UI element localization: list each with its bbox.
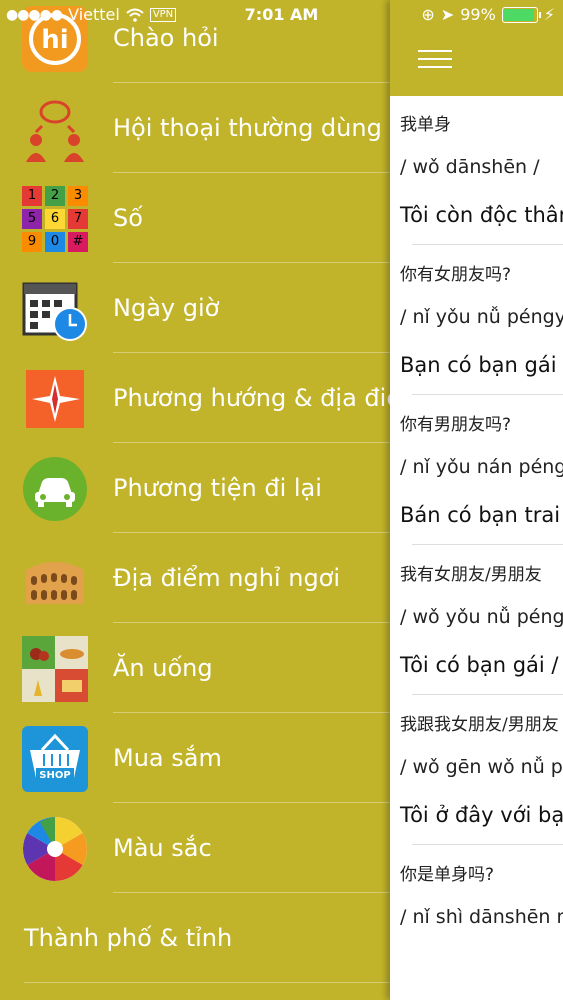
menu-toggle-icon[interactable] bbox=[418, 50, 452, 76]
phrase-vietnamese: Bán có bạn trai không bbox=[400, 503, 563, 527]
menu-label: Ngày giờ bbox=[113, 294, 220, 322]
menu-label: Hội thoại thường dùng bbox=[113, 114, 382, 142]
phrase-chinese: 你有男朋友吗? bbox=[400, 415, 512, 435]
phrase-pinyin: / wǒ yǒu nǚ péngyou / bbox=[400, 606, 563, 628]
phrase-pinyin: / nǐ yǒu nǚ péngyou ma / bbox=[400, 306, 563, 328]
menu-item-transport[interactable]: Phương tiện đi lại bbox=[0, 443, 390, 533]
menu-item-colors[interactable]: Màu sắc bbox=[0, 803, 390, 893]
menu-item-shopping[interactable]: SHOP Mua sắm bbox=[0, 713, 390, 803]
svg-text:SHOP: SHOP bbox=[39, 770, 70, 781]
phrase-pinyin: / nǐ shì dānshēn ma / bbox=[400, 906, 563, 928]
menu-label: Màu sắc bbox=[113, 834, 212, 862]
phrase-chinese: 你是单身吗? bbox=[400, 865, 495, 885]
menu-item-directions-places[interactable]: Phương hướng & địa điểm bbox=[0, 353, 424, 443]
menu-item-conversation[interactable]: Hội thoại thường dùng bbox=[0, 83, 390, 173]
menu-item-leisure-places[interactable]: Địa điểm nghỉ ngơi bbox=[0, 533, 390, 623]
phrase-pinyin: / wǒ gēn wǒ nǚ péngyou / bbox=[400, 756, 563, 778]
menu-item-food-drink[interactable]: Ăn uống bbox=[0, 623, 390, 713]
phrase-chinese: 我有女朋友/男朋友 bbox=[400, 565, 542, 585]
food-icon bbox=[22, 636, 88, 702]
phrase-vietnamese: Bạn có bạn gái không bbox=[400, 353, 563, 377]
battery-icon bbox=[501, 6, 541, 23]
phrase-chinese: 你有女朋友吗? bbox=[400, 265, 512, 285]
menu-label: Mua sắm bbox=[113, 744, 222, 772]
phrase-chinese: 我单身 bbox=[400, 115, 451, 135]
conversation-icon bbox=[22, 96, 88, 162]
menu-label: Phương hướng & địa điểm bbox=[113, 384, 425, 412]
shop-basket-icon: SHOP bbox=[22, 726, 88, 792]
menu-item-date-time[interactable]: Ngày giờ bbox=[0, 263, 390, 353]
charging-bolt-icon: ⚡ bbox=[543, 5, 555, 24]
category-menu: hi Chào hỏi Hội thoại thường dùng 1 2 3 … bbox=[0, 0, 424, 1000]
phrase-vietnamese: Tôi ở đây với bạn gái bbox=[400, 803, 563, 827]
status-bar: ●●●●● Viettel VPN 7:01 AM ⊕ ➤ 99% ⚡ bbox=[0, 0, 563, 30]
rotation-lock-icon: ⊕ bbox=[421, 5, 435, 24]
battery-percent: 99% bbox=[460, 5, 496, 24]
menu-item-cities-provinces[interactable]: Thành phố & tỉnh bbox=[0, 893, 390, 983]
menu-label: Số bbox=[113, 204, 143, 232]
phrase-vietnamese: Tôi còn độc thân bbox=[400, 203, 563, 227]
compass-icon bbox=[22, 366, 88, 432]
colosseum-icon bbox=[22, 546, 88, 612]
menu-item-numbers[interactable]: 1 2 3 5 6 7 9 0 # Số bbox=[0, 173, 390, 263]
phrase-vietnamese: Tôi có bạn gái / bạn trai bbox=[400, 653, 563, 677]
menu-label: Phương tiện đi lại bbox=[113, 474, 322, 502]
phrase-panel: 我单身 / wǒ dānshēn / Tôi còn độc thân 你有女朋… bbox=[390, 0, 563, 1000]
menu-label: Thành phố & tỉnh bbox=[24, 924, 233, 952]
phrase-chinese: 我跟我女朋友/男朋友 bbox=[400, 715, 559, 735]
location-arrow-icon: ➤ bbox=[440, 5, 455, 24]
calendar-clock-icon bbox=[22, 276, 88, 342]
phrase-pinyin: / nǐ yǒu nán péngyou ma / bbox=[400, 456, 563, 478]
phrase-pinyin: / wǒ dānshēn / bbox=[400, 156, 540, 178]
numbers-icon: 1 2 3 5 6 7 9 0 # bbox=[22, 186, 88, 252]
color-wheel-icon bbox=[22, 816, 88, 882]
menu-label: Ăn uống bbox=[113, 654, 213, 682]
car-icon bbox=[22, 456, 88, 522]
menu-label: Địa điểm nghỉ ngơi bbox=[113, 564, 341, 592]
